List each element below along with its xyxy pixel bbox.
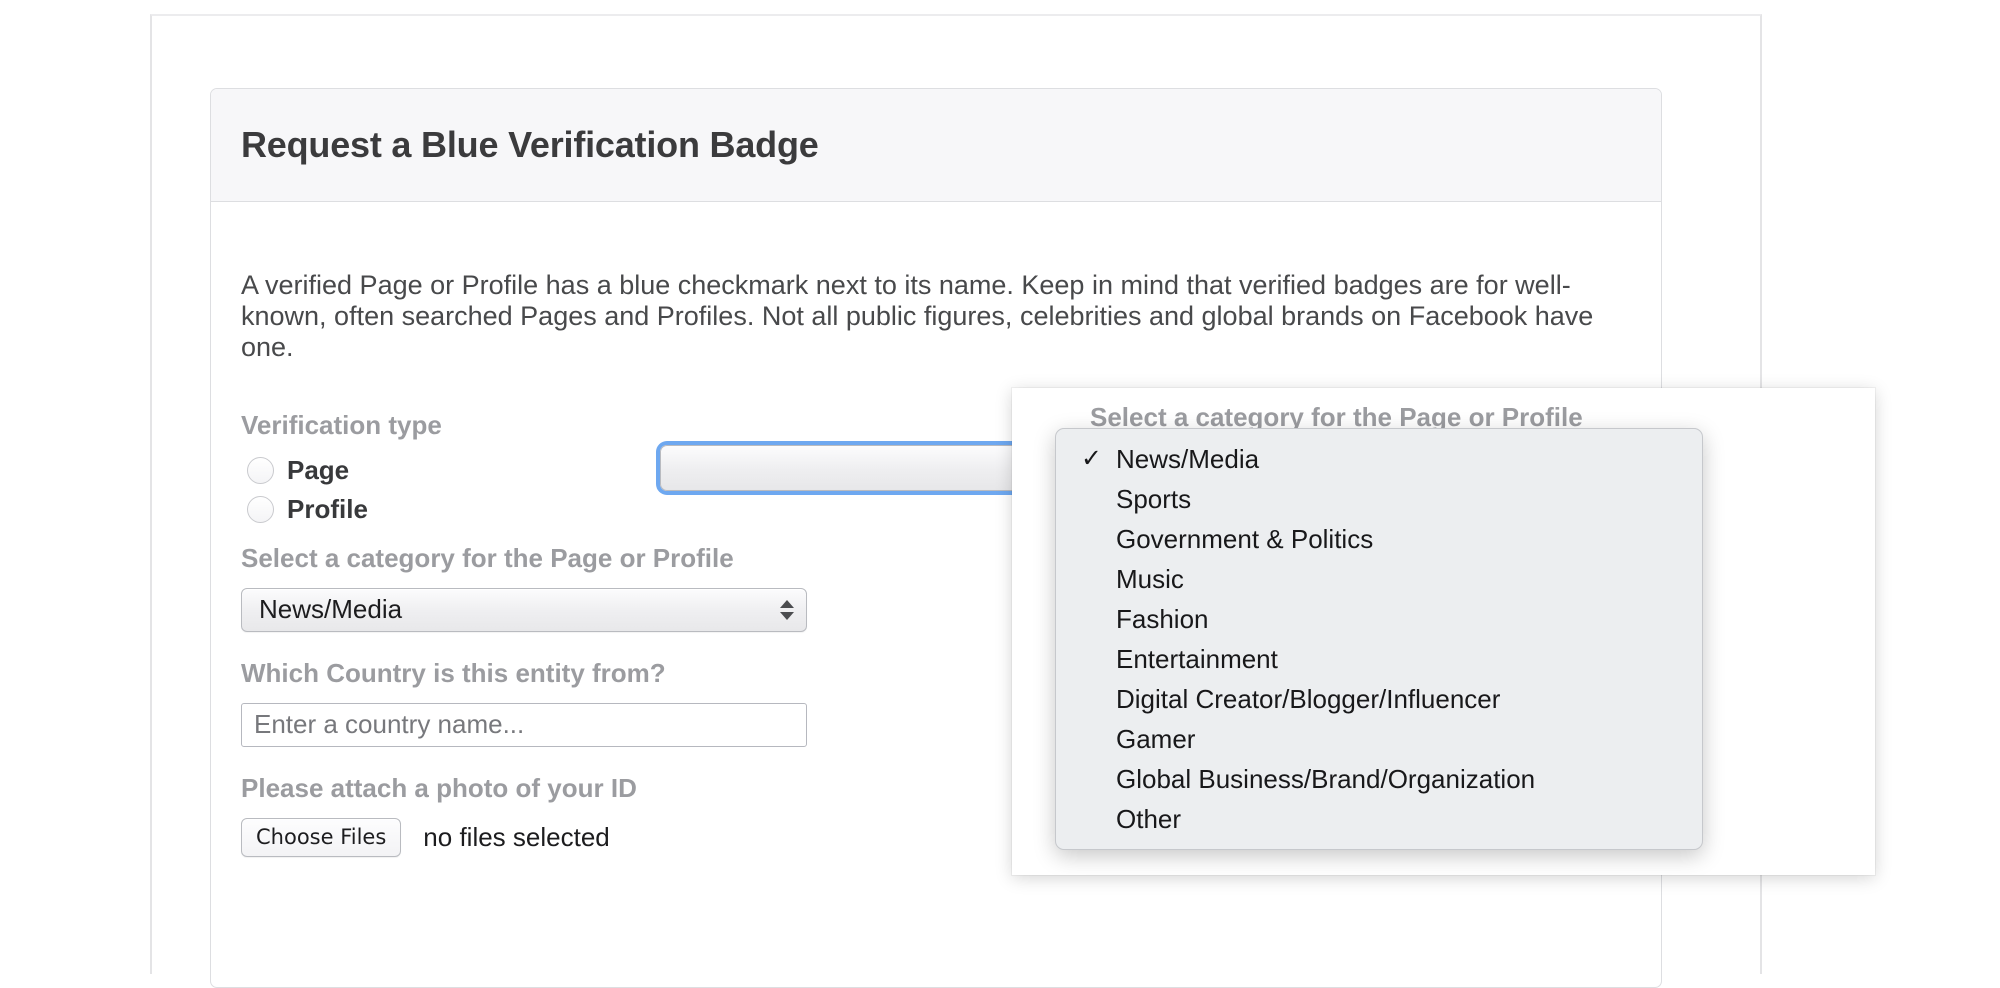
checkmark-icon: ✓ — [1081, 444, 1102, 473]
menu-item[interactable]: Government & Politics — [1056, 519, 1702, 559]
menu-item[interactable]: Music — [1056, 559, 1702, 599]
menu-item-label: Other — [1116, 803, 1182, 834]
card-header: Request a Blue Verification Badge — [211, 89, 1661, 202]
page-title: Request a Blue Verification Badge — [241, 124, 819, 165]
chevron-down-icon — [780, 611, 794, 620]
stepper-arrows-icon[interactable] — [780, 599, 794, 620]
menu-item[interactable]: Digital Creator/Blogger/Influencer — [1056, 679, 1702, 719]
intro-paragraph: A verified Page or Profile has a blue ch… — [241, 270, 1594, 363]
menu-item-label: Music — [1116, 563, 1184, 594]
category-dropdown-menu[interactable]: ✓ News/Media Sports Government & Politics Mu… — [1055, 428, 1703, 850]
menu-item-label: Global Business/Brand/Organization — [1116, 763, 1536, 794]
menu-item[interactable]: Gamer — [1056, 719, 1702, 759]
menu-item-label: Gamer — [1116, 723, 1196, 754]
radio-icon-page[interactable] — [247, 456, 274, 484]
radio-label-profile: Profile — [287, 493, 368, 524]
menu-item-label: Government & Politics — [1116, 523, 1374, 554]
radio-icon-profile[interactable] — [247, 495, 274, 523]
chevron-up-icon — [780, 599, 794, 608]
radio-label-page: Page — [287, 454, 350, 485]
country-input-placeholder: Enter a country name... — [254, 709, 525, 740]
screen: Request a Blue Verification Badge A veri… — [0, 0, 2000, 988]
menu-item[interactable]: Global Business/Brand/Organization — [1056, 759, 1702, 799]
category-select[interactable]: News/Media — [241, 587, 807, 632]
menu-item[interactable]: Fashion — [1056, 599, 1702, 639]
menu-item-label: News/Media — [1116, 443, 1260, 474]
menu-item-label: Sports — [1116, 483, 1192, 514]
menu-item[interactable]: Other — [1056, 799, 1702, 839]
menu-item[interactable]: Entertainment — [1056, 639, 1702, 679]
menu-item-label: Fashion — [1116, 603, 1209, 634]
menu-item-label: Digital Creator/Blogger/Influencer — [1116, 683, 1501, 714]
menu-item[interactable]: ✓ News/Media — [1056, 439, 1702, 479]
choose-files-button[interactable]: Choose Files — [241, 817, 402, 857]
category-select-value: News/Media — [259, 594, 403, 625]
menu-item-label: Entertainment — [1116, 643, 1278, 674]
file-selection-status: no files selected — [423, 821, 610, 852]
menu-item[interactable]: Sports — [1056, 479, 1702, 519]
country-input[interactable]: Enter a country name... — [241, 702, 807, 747]
